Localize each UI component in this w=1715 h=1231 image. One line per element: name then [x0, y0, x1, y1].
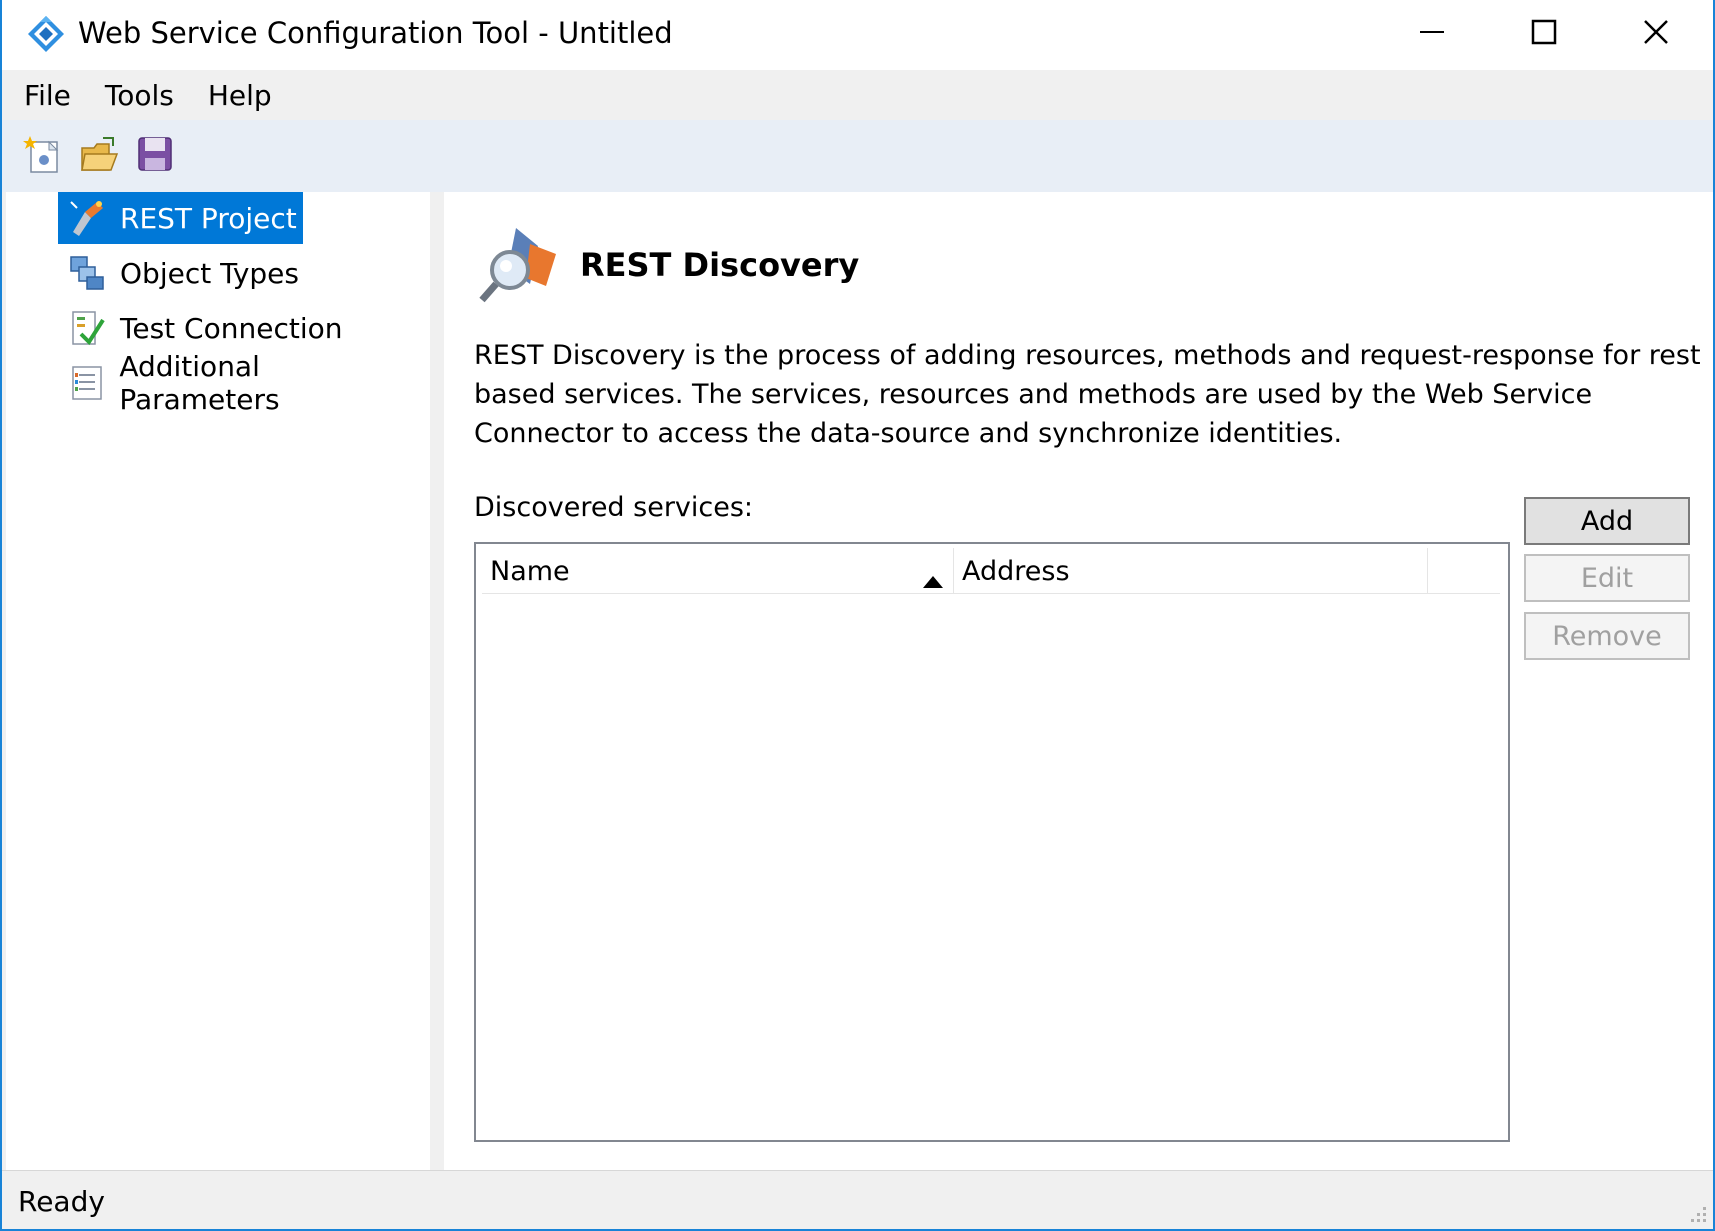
- maximize-button[interactable]: [1488, 0, 1600, 68]
- nav-item-label: Test Connection: [120, 311, 343, 345]
- status-text: Ready: [18, 1185, 105, 1218]
- nav-item-test-connection[interactable]: Test Connection: [58, 302, 348, 354]
- toolbar: [2, 120, 1713, 192]
- app-window: Web Service Configuration Tool - Untitle…: [0, 0, 1715, 1231]
- maximize-icon: [1530, 18, 1558, 50]
- menu-file[interactable]: File: [7, 79, 88, 112]
- edit-button[interactable]: Edit: [1524, 554, 1690, 602]
- rest-discovery-icon: [476, 224, 562, 306]
- add-button[interactable]: Add: [1524, 497, 1690, 545]
- close-icon: [1642, 18, 1670, 50]
- nav-item-rest-project[interactable]: REST Project: [58, 192, 303, 244]
- menu-tools[interactable]: Tools: [88, 79, 191, 112]
- nav-item-object-types[interactable]: Object Types: [58, 247, 305, 299]
- rest-project-icon: [66, 197, 108, 239]
- open-button[interactable]: [78, 134, 120, 178]
- nav-item-additional-parameters[interactable]: Additional Parameters: [58, 350, 430, 416]
- resize-grip-icon[interactable]: [1685, 1201, 1709, 1225]
- save-button[interactable]: [134, 134, 176, 178]
- additional-parameters-icon: [66, 362, 107, 404]
- column-header-filler: [1428, 548, 1500, 594]
- page-title: REST Discovery: [580, 246, 860, 284]
- sort-ascending-icon: [923, 564, 943, 595]
- navigation-pane: REST Project Object Types Test Connectio…: [6, 192, 430, 1170]
- menu-bar: File Tools Help: [2, 70, 1713, 120]
- title-bar[interactable]: Web Service Configuration Tool - Untitle…: [2, 0, 1713, 70]
- remove-button[interactable]: Remove: [1524, 612, 1690, 660]
- open-folder-icon: [79, 134, 119, 178]
- window-title: Web Service Configuration Tool - Untitle…: [78, 16, 673, 50]
- status-bar: Ready: [2, 1170, 1713, 1229]
- list-header: Name Address: [482, 548, 1500, 594]
- page-description: REST Discovery is the process of adding …: [474, 340, 1701, 449]
- discovered-services-label: Discovered services:: [474, 492, 754, 523]
- test-connection-icon: [66, 307, 108, 349]
- column-header-name[interactable]: Name: [482, 548, 954, 594]
- new-project-icon: [23, 134, 63, 178]
- save-disk-icon: [135, 134, 175, 178]
- menu-help[interactable]: Help: [191, 79, 289, 112]
- content-pane: REST Discovery REST Discovery is the pro…: [444, 192, 1713, 1170]
- minimize-button[interactable]: [1376, 0, 1488, 68]
- main-body: REST Project Object Types Test Connectio…: [2, 192, 1713, 1170]
- minimize-icon: [1418, 18, 1446, 50]
- new-project-button[interactable]: [22, 134, 64, 178]
- nav-item-label: Object Types: [120, 256, 299, 290]
- nav-item-label: Additional Parameters: [119, 350, 280, 416]
- discovered-services-list[interactable]: Name Address: [474, 542, 1510, 1142]
- object-types-icon: [66, 252, 108, 294]
- close-button[interactable]: [1600, 0, 1712, 68]
- diamond-arrows-icon: [26, 14, 66, 54]
- column-header-label: Name: [490, 555, 570, 587]
- column-header-address[interactable]: Address: [954, 548, 1428, 594]
- column-header-label: Address: [962, 555, 1070, 587]
- nav-item-label: REST Project: [120, 201, 297, 235]
